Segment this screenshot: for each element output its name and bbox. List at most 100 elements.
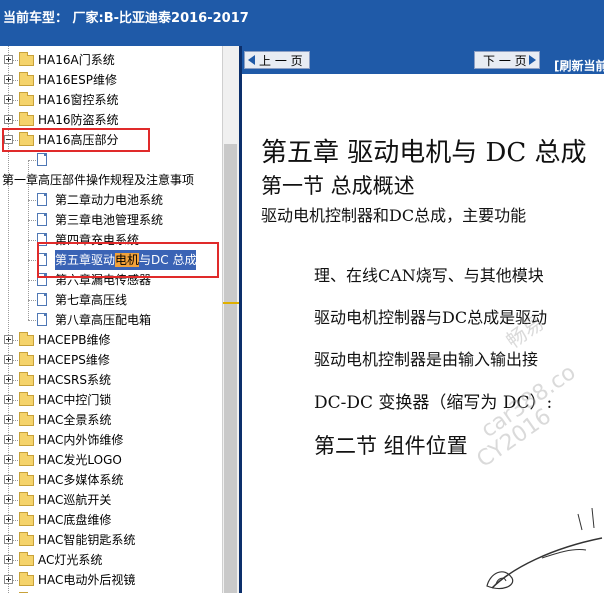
expand-icon[interactable]: [4, 355, 13, 364]
tree-connector: [13, 80, 18, 81]
tree-folder-item[interactable]: HAC中控门锁: [0, 390, 222, 410]
tree-connector: [13, 440, 18, 441]
tree-item-label: HA16ESP维修: [38, 73, 117, 87]
expand-icon[interactable]: [4, 75, 13, 84]
folder-icon: [19, 412, 34, 426]
next-page-button[interactable]: 下 一 页: [474, 51, 540, 69]
tree-connector: [28, 160, 36, 161]
folder-icon: [19, 532, 34, 546]
expand-icon[interactable]: [4, 475, 13, 484]
tree-item-label: HAC多媒体系统: [38, 473, 124, 487]
splitter-handle[interactable]: [223, 302, 239, 304]
tree-folder-item[interactable]: HA16ESP维修: [0, 70, 222, 90]
tree-folder-item[interactable]: HAC巡航开关: [0, 490, 222, 510]
expand-icon[interactable]: [4, 575, 13, 584]
tree-connector: [13, 120, 18, 121]
tree-item-label: 第三章电池管理系统: [55, 213, 164, 227]
tree-connector: [13, 60, 18, 61]
tree-folder-item[interactable]: AC灯光系统: [0, 550, 222, 570]
expand-icon[interactable]: [4, 495, 13, 504]
tree-folder-item[interactable]: HAC智能钥匙系统: [0, 530, 222, 550]
folder-icon: [19, 92, 34, 106]
tree-item-label: HAC电动外后视镜: [38, 573, 136, 587]
tree-folder-item[interactable]: HAC发光LOGO: [0, 450, 222, 470]
expand-icon[interactable]: [4, 395, 13, 404]
tree-chapter-item[interactable]: 第七章高压线: [0, 290, 222, 310]
folder-icon: [19, 492, 34, 506]
tree-chapter-item[interactable]: 第一章高压部件操作规程及注意事项: [0, 170, 222, 190]
tree-item-label: HAC巡航开关: [38, 493, 112, 507]
tree-item-label: HACEPS维修: [38, 353, 110, 367]
folder-icon: [19, 472, 34, 486]
document-icon: [37, 293, 47, 306]
prev-page-button[interactable]: 上 一 页: [244, 51, 310, 69]
expand-icon[interactable]: [4, 375, 13, 384]
expand-icon[interactable]: [4, 95, 13, 104]
tree-item-label: HAC智能钥匙系统: [38, 533, 136, 547]
tree-item-label: 第二章动力电池系统: [55, 193, 164, 207]
tree-connector: [13, 520, 18, 521]
tree-folder-item[interactable]: HACEPB维修: [0, 330, 222, 350]
tree-connector: [28, 320, 36, 321]
chapter-heading: 第五章 驱动电机与 DC 总成: [261, 138, 587, 168]
tree-item-label: HACSRS系统: [38, 373, 111, 387]
folder-icon: [19, 52, 34, 66]
tree-folder-item[interactable]: HACSRS系统: [0, 370, 222, 390]
folder-icon: [19, 72, 34, 86]
doc-paragraph: 理、在线CAN烧写、与其他模块: [314, 266, 544, 285]
tree-chapter-item[interactable]: 第八章高压配电箱: [0, 310, 222, 330]
tree-item-label: AC灯光系统: [38, 553, 103, 567]
tree-folder-item[interactable]: HA16窗控系统: [0, 90, 222, 110]
page-nav-bar: 上 一 页 下 一 页 [刷新当前: [242, 46, 604, 74]
tree-scrollbar[interactable]: [222, 46, 239, 593]
document-viewer: 上 一 页 下 一 页 [刷新当前 第五章 驱动电机与 DC 总成 第一节 总成…: [242, 46, 604, 593]
tree-item-label: HAC底盘维修: [38, 513, 112, 527]
expand-icon[interactable]: [4, 535, 13, 544]
tree-folder-item[interactable]: HAC底盘维修: [0, 510, 222, 530]
prev-page-label: 上 一 页: [259, 54, 303, 68]
expand-icon[interactable]: [4, 435, 13, 444]
tree-folder-item[interactable]: HA16A门系统: [0, 50, 222, 70]
document-icon: [37, 213, 47, 226]
folder-icon: [19, 332, 34, 346]
expand-icon[interactable]: [4, 455, 13, 464]
tree-connector: [13, 540, 18, 541]
expand-icon[interactable]: [4, 335, 13, 344]
tree-connector: [13, 480, 18, 481]
tree-folder-item[interactable]: HACEPS维修: [0, 350, 222, 370]
tree-chapter-item[interactable]: 第三章电池管理系统: [0, 210, 222, 230]
tree-connector: [28, 200, 36, 201]
tree-folder-item[interactable]: HA16防盗系统: [0, 110, 222, 130]
doc-paragraph: 驱动电机控制器是由输入输出接: [314, 350, 539, 369]
tree-folder-item[interactable]: HAC多媒体系统: [0, 470, 222, 490]
tree-folder-item[interactable]: HAC全景系统: [0, 410, 222, 430]
tree-connector: [28, 220, 36, 221]
annotation-box: [37, 242, 219, 278]
tree-connector: [13, 420, 18, 421]
title-bar: 当前车型： 厂家:B-比亚迪泰2016-2017: [0, 0, 604, 46]
tree-connector: [13, 560, 18, 561]
tree-connector: [13, 500, 18, 501]
scrollbar-thumb[interactable]: [224, 144, 237, 593]
folder-icon: [19, 572, 34, 586]
folder-icon: [19, 392, 34, 406]
expand-icon[interactable]: [4, 55, 13, 64]
chapter-tree[interactable]: HA16A门系统 HA16ESP维修 HA16窗控系统 HA16防盗系统 HA16高压部…: [0, 46, 222, 593]
tree-connector: [13, 460, 18, 461]
document-icon: [37, 313, 47, 326]
tree-folder-item[interactable]: HAC内外饰维修: [0, 430, 222, 450]
arrow-left-icon: [248, 55, 255, 65]
tree-chapter-item[interactable]: [0, 150, 222, 170]
tree-folder-item[interactable]: HAC电动外后视镜: [0, 570, 222, 590]
tree-item-label: HA16A门系统: [38, 53, 115, 67]
tree-connector: [13, 340, 18, 341]
tree-connector: [13, 360, 18, 361]
expand-icon[interactable]: [4, 115, 13, 124]
section-heading: 第二节 组件位置: [314, 434, 468, 458]
tree-chapter-item[interactable]: 第二章动力电池系统: [0, 190, 222, 210]
folder-icon: [19, 112, 34, 126]
expand-icon[interactable]: [4, 515, 13, 524]
expand-icon[interactable]: [4, 415, 13, 424]
expand-icon[interactable]: [4, 555, 13, 564]
refresh-link[interactable]: [刷新当前: [554, 57, 604, 74]
